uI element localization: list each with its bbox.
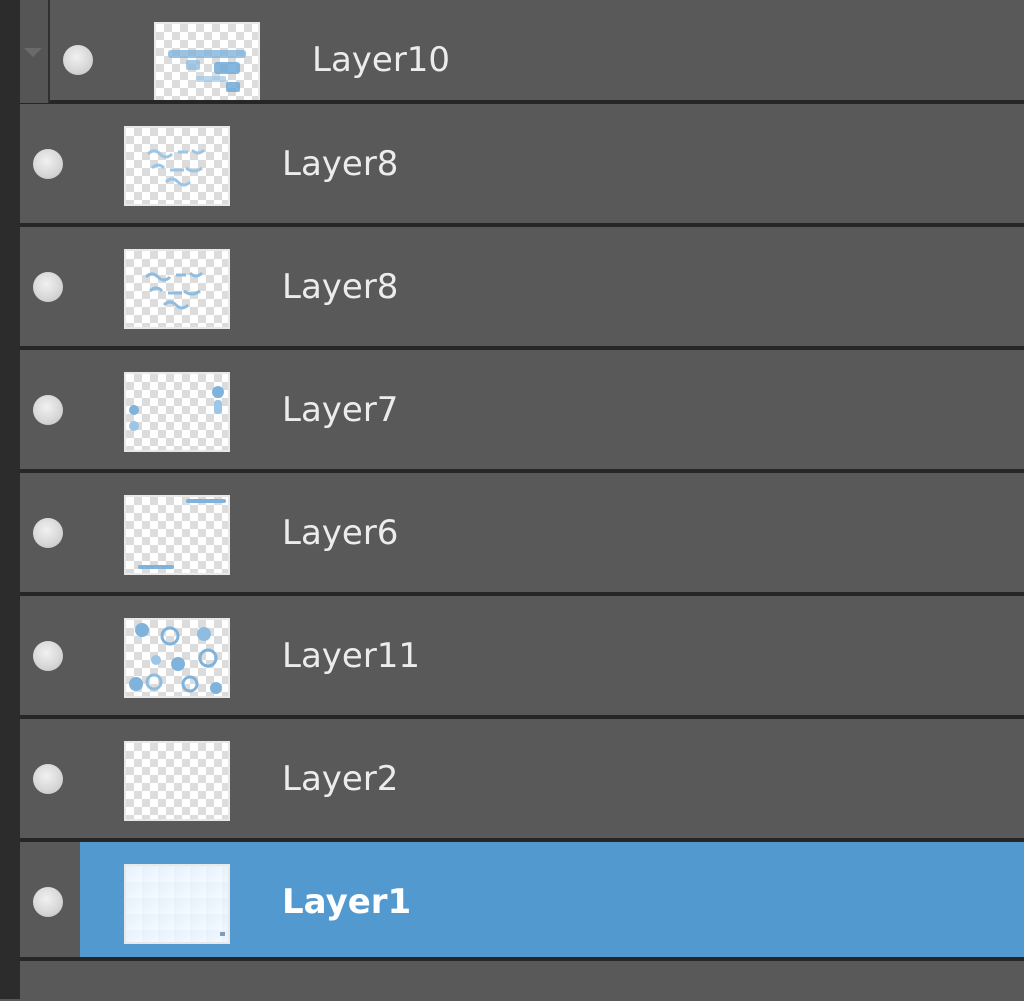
layer-row[interactable]: Layer6: [20, 473, 1024, 592]
thumbnail-art: [146, 148, 206, 187]
thumbnail-art: [138, 499, 226, 569]
group-gutter: [20, 0, 50, 103]
thumbnail-art: [168, 50, 246, 92]
layer-name: Layer7: [282, 390, 399, 430]
visibility-toggle-icon[interactable]: [33, 149, 63, 179]
panel-empty-area: [20, 961, 1024, 1001]
visibility-toggle-icon[interactable]: [33, 764, 63, 794]
layer-row-selected[interactable]: Layer1: [20, 842, 1024, 961]
visibility-toggle-icon[interactable]: [33, 887, 63, 917]
layers-list: Layer10 Layer8 Layer8 Layer7 Layer6 Laye…: [20, 0, 1024, 1001]
layer-name: Layer8: [282, 267, 399, 307]
panel-left-edge: [0, 0, 20, 999]
layer-name: Layer6: [282, 513, 399, 553]
layer-thumbnail: [124, 495, 230, 575]
layer-thumbnail: [124, 864, 230, 944]
thumbnail-art: [129, 623, 222, 694]
layer-thumbnail: [124, 249, 230, 329]
layer-row[interactable]: Layer2: [20, 719, 1024, 838]
layer-name: Layer8: [282, 144, 399, 184]
layer-thumbnail: [154, 22, 260, 102]
layer-thumbnail: [124, 741, 230, 821]
collapse-chevron-icon[interactable]: [24, 48, 42, 57]
layer-name: Layer1: [282, 882, 412, 922]
layer-name: Layer11: [282, 636, 421, 676]
thumbnail-art: [144, 271, 204, 310]
layer-name: Layer2: [282, 759, 399, 799]
visibility-toggle-icon[interactable]: [33, 395, 63, 425]
visibility-toggle-icon[interactable]: [33, 272, 63, 302]
layer-thumbnail: [124, 126, 230, 206]
thumbnail-art: [220, 932, 225, 936]
layer-row[interactable]: Layer7: [20, 350, 1024, 469]
visibility-toggle-icon[interactable]: [33, 641, 63, 671]
visibility-toggle-icon[interactable]: [33, 518, 63, 548]
layer-row[interactable]: Layer8: [20, 104, 1024, 223]
layer-thumbnail: [124, 372, 230, 452]
visibility-toggle-icon[interactable]: [63, 45, 93, 75]
layer-name: Layer10: [312, 40, 451, 80]
layer-row[interactable]: Layer8: [20, 227, 1024, 346]
thumbnail-art: [129, 386, 224, 431]
layer-row[interactable]: Layer11: [20, 596, 1024, 715]
layer-thumbnail: [124, 618, 230, 698]
